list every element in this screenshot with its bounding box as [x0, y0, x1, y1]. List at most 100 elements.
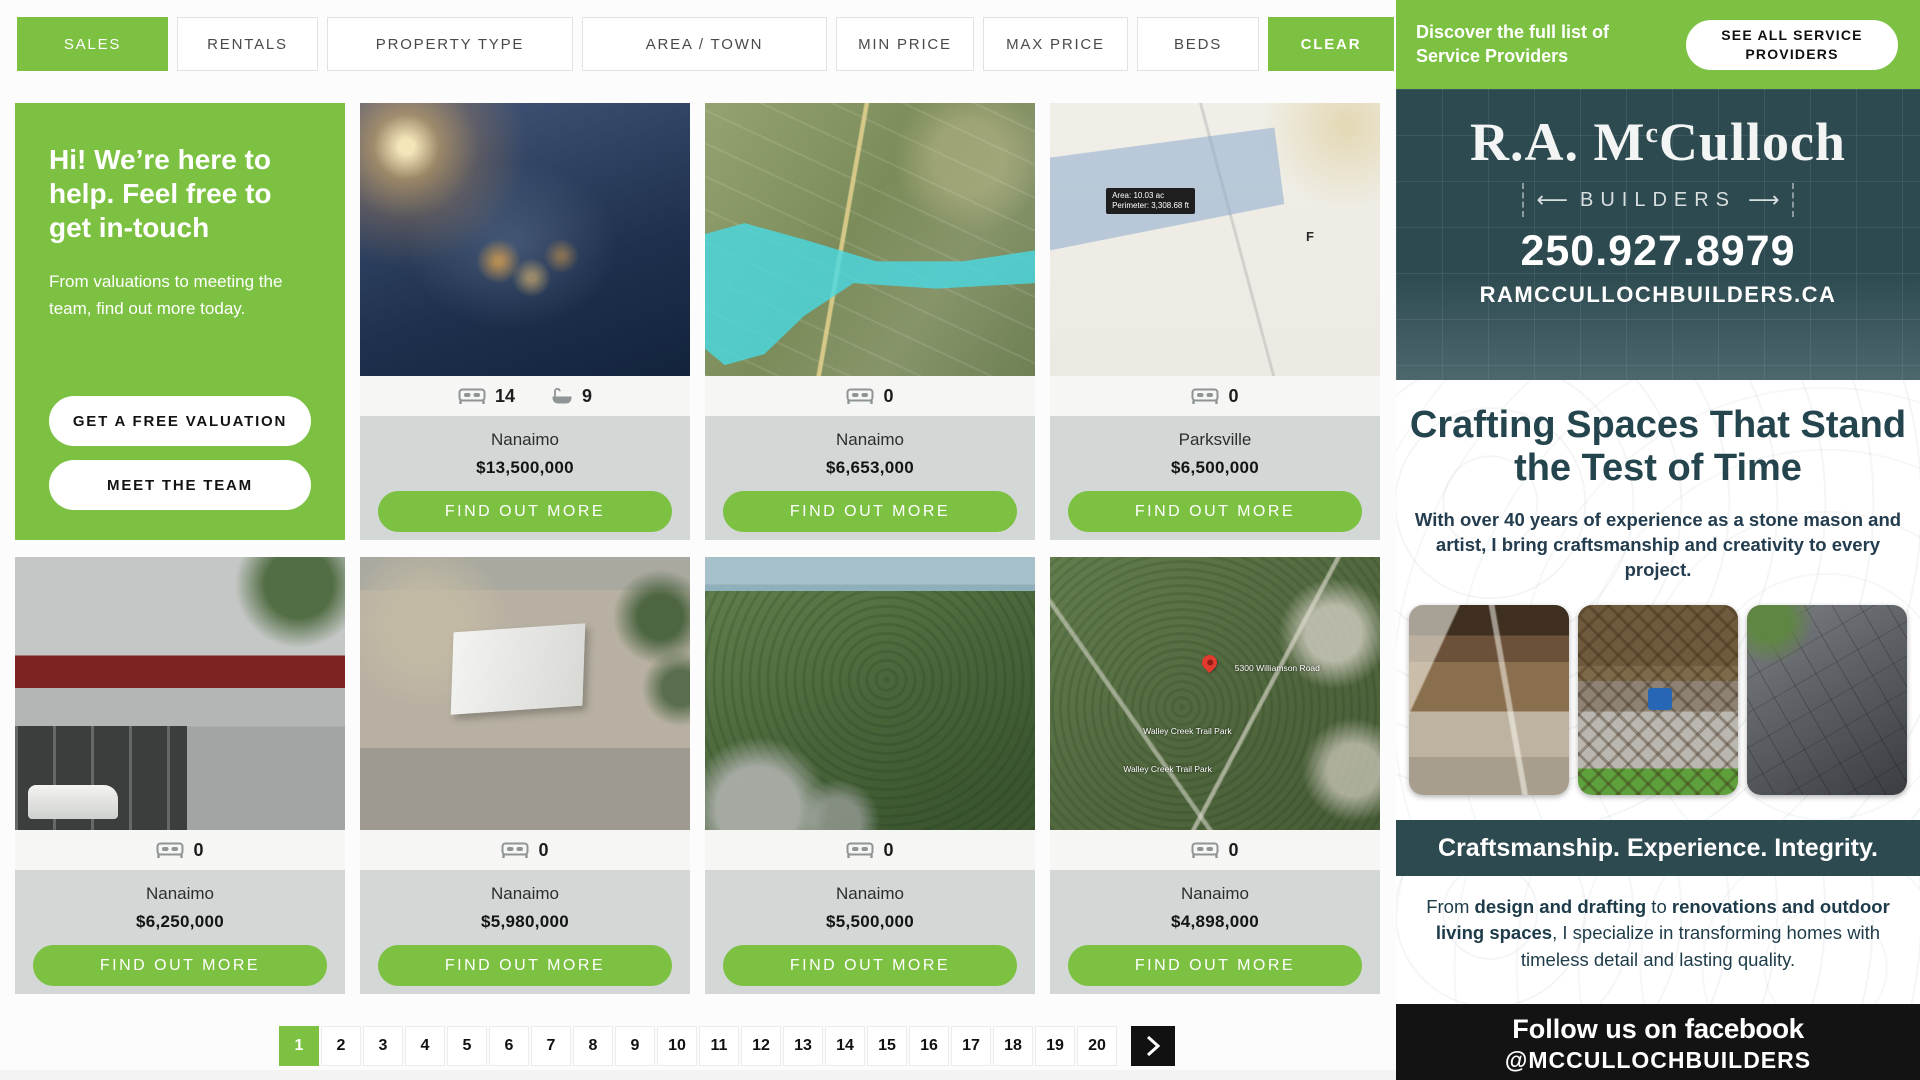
- listing-price: $6,250,000: [136, 912, 224, 932]
- bottom-divider: [0, 1070, 1396, 1080]
- beds-stat: 0: [501, 840, 548, 861]
- find-out-more-button[interactable]: FIND OUT MORE: [1068, 491, 1362, 532]
- filter-tab-rentals[interactable]: RENTALS: [177, 17, 318, 71]
- see-all-line2: PROVIDERS: [1692, 45, 1892, 64]
- see-all-service-providers-button[interactable]: SEE ALL SERVICE PROVIDERS: [1686, 20, 1898, 70]
- listing-card: 5300 Williamson Road Walley Creek Trail …: [1050, 557, 1380, 994]
- listing-city: Nanaimo: [1181, 884, 1249, 904]
- find-out-more-button[interactable]: FIND OUT MORE: [723, 945, 1017, 986]
- pagination-page-18[interactable]: 18: [993, 1026, 1033, 1066]
- pagination-page-1[interactable]: 1: [279, 1026, 319, 1066]
- get-valuation-button[interactable]: GET A FREE VALUATION: [49, 396, 311, 446]
- pagination-page-15[interactable]: 15: [867, 1026, 907, 1066]
- find-out-more-button[interactable]: FIND OUT MORE: [1068, 945, 1362, 986]
- listing-city: Nanaimo: [146, 884, 214, 904]
- pagination-page-9[interactable]: 9: [615, 1026, 655, 1066]
- listing-city: Nanaimo: [491, 884, 559, 904]
- pagination-page-8[interactable]: 8: [573, 1026, 613, 1066]
- arrow-left-icon: ⟵: [1536, 189, 1568, 211]
- find-out-more-button[interactable]: FIND OUT MORE: [378, 491, 672, 532]
- map-pin-icon: [1199, 652, 1220, 673]
- beds-count: 14: [495, 386, 515, 407]
- filter-clear-button[interactable]: CLEAR: [1268, 17, 1394, 71]
- filter-dropdown-min-price[interactable]: MIN PRICE: [836, 17, 974, 71]
- find-out-more-button[interactable]: FIND OUT MORE: [723, 491, 1017, 532]
- filter-tab-sales[interactable]: SALES: [17, 17, 168, 71]
- listing-stats: 14 9: [360, 376, 690, 416]
- pagination-page-17[interactable]: 17: [951, 1026, 991, 1066]
- advert-tagline-bar: Craftsmanship. Experience. Integrity.: [1396, 820, 1920, 876]
- advert-middle: Crafting Spaces That Stand the Test of T…: [1396, 380, 1920, 820]
- listing-stats: 0: [705, 376, 1035, 416]
- follow-us-line: Follow us on facebook: [1396, 1013, 1920, 1045]
- listing-card: 14 9 Nanaimo $13,500,000 FIND OUT MORE: [360, 103, 690, 540]
- listings-area: SALES RENTALS PROPERTY TYPE AREA / TOWN …: [0, 0, 1396, 1080]
- beds-count: 0: [883, 840, 893, 861]
- advert-photos: [1396, 605, 1920, 795]
- listing-photo[interactable]: 5300 Williamson Road Walley Creek Trail …: [1050, 557, 1380, 830]
- listing-photo[interactable]: [705, 557, 1035, 830]
- advert-photo-workshop: [1409, 605, 1569, 795]
- pagination-page-19[interactable]: 19: [1035, 1026, 1075, 1066]
- pagination-page-2[interactable]: 2: [321, 1026, 361, 1066]
- pagination-page-11[interactable]: 11: [699, 1026, 739, 1066]
- listing-photo[interactable]: Area: 10.03 ac Perimeter: 3,308.68 ft F: [1050, 103, 1380, 376]
- listing-city: Nanaimo: [491, 430, 559, 450]
- service-provider-sidebar: Discover the full list of Service Provid…: [1396, 0, 1920, 1080]
- help-heading: Hi! We’re here to help. Feel free to get…: [49, 143, 311, 245]
- listing-stats: 0: [1050, 830, 1380, 870]
- pagination-page-7[interactable]: 7: [531, 1026, 571, 1066]
- listing-card: 0 Nanaimo $6,653,000 FIND OUT MORE: [705, 103, 1035, 540]
- service-provider-banner: Discover the full list of Service Provid…: [1396, 0, 1920, 89]
- pagination-page-3[interactable]: 3: [363, 1026, 403, 1066]
- meet-team-button[interactable]: MEET THE TEAM: [49, 460, 311, 510]
- pagination: 1 2 3 4 5 6 7 8 9 10 11 12 13 14 15 16 1…: [279, 1026, 1175, 1066]
- listing-stats: 0: [15, 830, 345, 870]
- advert-facebook-bar[interactable]: Follow us on facebook @MCCULLOCHBUILDERS: [1396, 1004, 1920, 1080]
- pagination-page-4[interactable]: 4: [405, 1026, 445, 1066]
- listing-card: 0 Nanaimo $5,980,000 FIND OUT MORE: [360, 557, 690, 994]
- pagination-page-6[interactable]: 6: [489, 1026, 529, 1066]
- arrow-right-icon: ⟶: [1748, 189, 1780, 211]
- listing-city: Nanaimo: [836, 884, 904, 904]
- listing-card: 0 Nanaimo $6,250,000 FIND OUT MORE: [15, 557, 345, 994]
- pagination-page-14[interactable]: 14: [825, 1026, 865, 1066]
- beds-stat: 0: [1191, 840, 1238, 861]
- advert-photo-patio: [1578, 605, 1738, 795]
- pagination-page-12[interactable]: 12: [741, 1026, 781, 1066]
- find-out-more-button[interactable]: FIND OUT MORE: [33, 945, 327, 986]
- advert-body: From design and drafting to renovations …: [1396, 876, 1920, 1004]
- listing-footer: Nanaimo $4,898,000 FIND OUT MORE: [1050, 870, 1380, 994]
- listing-price: $5,500,000: [826, 912, 914, 932]
- map-block-label: F: [1306, 229, 1314, 244]
- filter-dropdown-property-type[interactable]: PROPERTY TYPE: [327, 17, 573, 71]
- listing-price: $5,980,000: [481, 912, 569, 932]
- filter-dropdown-max-price[interactable]: MAX PRICE: [983, 17, 1128, 71]
- pagination-next-button[interactable]: [1131, 1026, 1175, 1066]
- filter-dropdown-beds[interactable]: BEDS: [1137, 17, 1259, 71]
- pagination-page-16[interactable]: 16: [909, 1026, 949, 1066]
- listing-price: $6,653,000: [826, 458, 914, 478]
- pagination-page-5[interactable]: 5: [447, 1026, 487, 1066]
- service-banner-text: Discover the full list of Service Provid…: [1416, 21, 1609, 68]
- map-area-chip: Area: 10.03 ac Perimeter: 3,308.68 ft: [1106, 188, 1195, 215]
- facebook-logo-text: facebook: [1685, 1013, 1804, 1044]
- pagination-page-13[interactable]: 13: [783, 1026, 823, 1066]
- pagination-page-20[interactable]: 20: [1077, 1026, 1117, 1066]
- listings-grid: Hi! We’re here to help. Feel free to get…: [15, 103, 1380, 994]
- listing-card: 0 Nanaimo $5,500,000 FIND OUT MORE: [705, 557, 1035, 994]
- beds-count: 0: [1228, 386, 1238, 407]
- map-park-label: Walley Creek Trail Park: [1142, 726, 1232, 736]
- pagination-page-10[interactable]: 10: [657, 1026, 697, 1066]
- facebook-handle: @MCCULLOCHBUILDERS: [1396, 1047, 1920, 1074]
- listing-photo[interactable]: [705, 103, 1035, 376]
- help-body: From valuations to meeting the team, fin…: [49, 269, 311, 322]
- advert-brand-logo: R.A. McCulloch: [1470, 115, 1846, 169]
- listing-photo[interactable]: [360, 557, 690, 830]
- filter-dropdown-area-town[interactable]: AREA / TOWN: [582, 17, 827, 71]
- listing-photo[interactable]: [15, 557, 345, 830]
- advert-ra-mcculloch[interactable]: R.A. McCulloch ⟵ BUILDERS ⟶ 250.927.8979…: [1396, 89, 1920, 1080]
- listing-photo[interactable]: [360, 103, 690, 376]
- find-out-more-button[interactable]: FIND OUT MORE: [378, 945, 672, 986]
- page: SALES RENTALS PROPERTY TYPE AREA / TOWN …: [0, 0, 1920, 1080]
